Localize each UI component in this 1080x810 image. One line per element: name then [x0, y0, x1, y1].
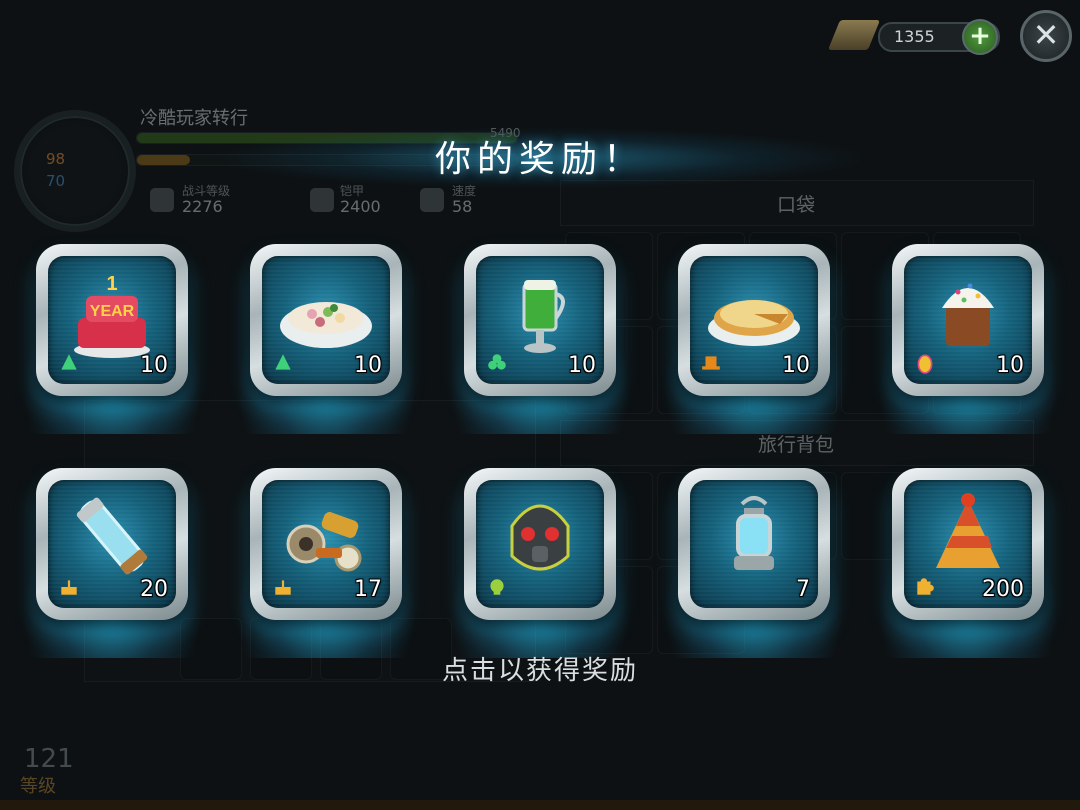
- svg-text:YEAR: YEAR: [90, 303, 135, 320]
- svg-text:1: 1: [106, 273, 117, 295]
- level-number: 121: [24, 744, 74, 774]
- level-label: 等级: [20, 776, 56, 797]
- party-hat-icon: [936, 493, 1000, 568]
- reward-card[interactable]: 10: [664, 244, 844, 434]
- anniversary-cake-icon: YEAR 1: [74, 273, 150, 358]
- fist-icon: [150, 188, 174, 212]
- reward-card[interactable]: 10: [450, 244, 630, 434]
- birthday-cake-icon: [61, 580, 77, 595]
- easter-egg-icon: [917, 354, 933, 374]
- reward-quantity: 7: [796, 577, 810, 602]
- reward-card[interactable]: 20: [22, 468, 202, 658]
- armor-icon: [310, 188, 334, 212]
- currency-value: 1355: [894, 27, 935, 46]
- reward-card[interactable]: YEAR 1 10: [22, 244, 202, 434]
- gas-mask-helmet-icon: [510, 504, 570, 571]
- energy-capsule-icon: [76, 497, 148, 575]
- salad-bowl-icon: [280, 302, 372, 348]
- birthday-cake-icon: [275, 580, 291, 595]
- stat-speed: 速度 58: [452, 184, 477, 216]
- reward-card[interactable]: 10: [878, 244, 1058, 434]
- lantern-icon: [734, 496, 774, 570]
- add-currency-button[interactable]: +: [962, 19, 998, 55]
- reward-quantity: 10: [782, 353, 810, 378]
- close-button[interactable]: ✕: [1020, 10, 1072, 62]
- reward-quantity: 10: [568, 353, 596, 378]
- clover-icon: [488, 354, 506, 370]
- player-name: 冷酷玩家转行: [140, 108, 248, 129]
- reward-quantity: 17: [354, 577, 382, 602]
- backpack-title: 旅行背包: [757, 434, 834, 456]
- reward-quantity: 200: [982, 577, 1024, 602]
- puzzle-icon: [917, 578, 934, 595]
- tree-icon: [61, 354, 77, 370]
- green-beer-icon: [522, 280, 565, 353]
- reward-quantity: 10: [140, 353, 168, 378]
- kulich-icon: [942, 283, 994, 346]
- pocket-title: 口袋: [776, 194, 815, 216]
- reward-card[interactable]: [450, 468, 630, 658]
- reward-quantity: 10: [996, 353, 1024, 378]
- metal-bar-icon: [827, 20, 881, 50]
- reward-card[interactable]: 10: [236, 244, 416, 434]
- stat-armor: 铠甲 2400: [340, 184, 381, 216]
- boot-icon: [420, 188, 444, 212]
- reward-quantity: 20: [140, 577, 168, 602]
- rewards-title: 你的奖励！: [434, 139, 645, 180]
- pilgrim-hat-icon: [702, 356, 720, 370]
- reward-card[interactable]: 200: [878, 468, 1058, 658]
- pie-icon: [708, 300, 800, 346]
- skull-icon: [490, 579, 504, 595]
- currency-display: 1355 +: [827, 16, 1000, 55]
- bottom-strip: [0, 800, 1080, 810]
- stat-combat: 战斗等级 2276: [182, 184, 231, 216]
- tap-to-claim-hint[interactable]: 点击以获得奖励: [0, 650, 1080, 687]
- tree-icon: [275, 354, 291, 370]
- scrap-parts-icon: [286, 512, 362, 572]
- reward-card[interactable]: 7: [664, 468, 844, 658]
- reward-card[interactable]: 17: [236, 468, 416, 658]
- reward-quantity: 10: [354, 353, 382, 378]
